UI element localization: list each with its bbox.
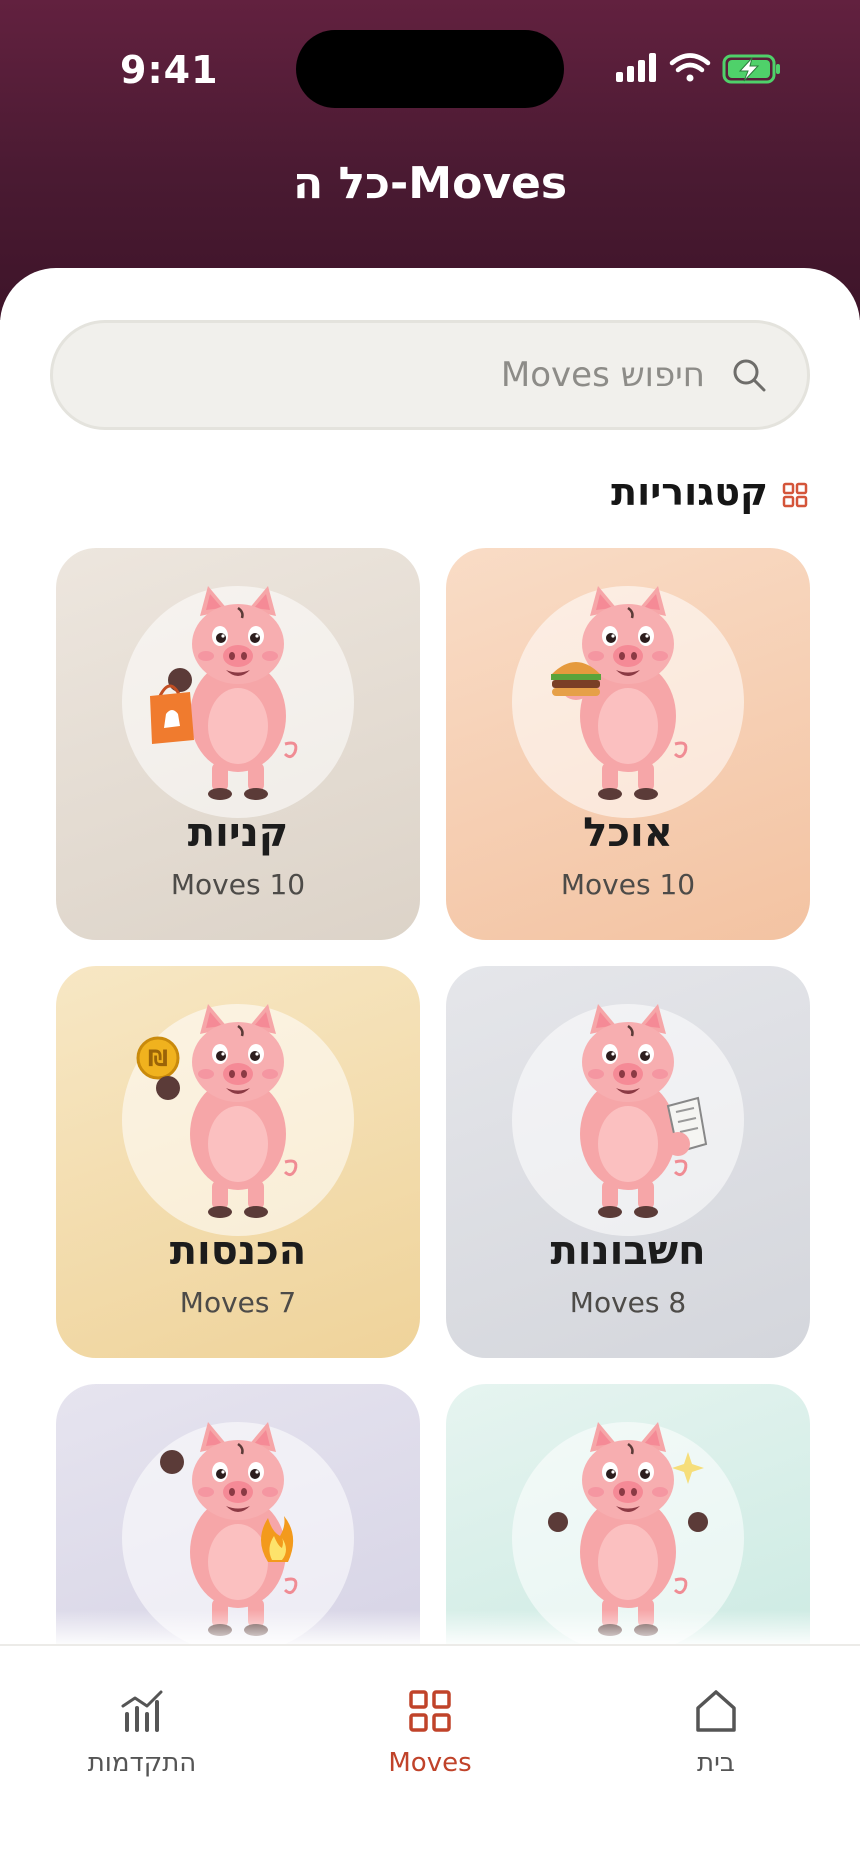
category-title: אוכל <box>583 810 673 856</box>
search-placeholder: חיפוש Moves <box>500 355 705 395</box>
wifi-icon <box>669 53 711 82</box>
grid-icon <box>782 482 808 508</box>
grid-icon <box>409 1690 451 1732</box>
status-time: 9:41 <box>120 48 219 92</box>
category-card-food[interactable]: אוכל Moves 10 <box>446 548 810 940</box>
category-card-bills[interactable]: חשבונות Moves 8 <box>446 966 810 1358</box>
home-icon <box>696 1690 736 1732</box>
tab-moves-label: Moves <box>388 1748 472 1778</box>
pig-flame-icon <box>160 1422 298 1636</box>
tab-progress[interactable]: התקדמות <box>42 1686 242 1796</box>
category-title: חשבונות <box>550 1228 706 1274</box>
scroll-fade <box>0 1610 860 1644</box>
category-title: הכנסות <box>169 1228 307 1274</box>
pig-shopping-bag-icon <box>150 586 298 800</box>
page-title: כל ה-Moves <box>292 158 568 209</box>
search-icon <box>733 359 766 392</box>
category-title: קניות <box>187 810 289 856</box>
category-card-income[interactable]: ₪ הכנסות Moves 7 <box>56 966 420 1358</box>
tab-bar: בית Moves התקדמות <box>0 1644 860 1864</box>
search-input[interactable]: חיפוש Moves <box>50 320 810 430</box>
section-title: קטגוריות <box>611 470 768 514</box>
tab-home-label: בית <box>697 1748 735 1778</box>
pig-sparkle-icon <box>548 1422 708 1636</box>
pig-burger-icon <box>551 586 688 800</box>
svg-text:₪: ₪ <box>148 1047 168 1072</box>
tab-progress-label: התקדמות <box>87 1748 197 1778</box>
category-count: Moves 7 <box>179 1286 297 1319</box>
dynamic-island <box>296 30 564 108</box>
moves-screen: 9:41 כל ה-Moves חיפוש Moves קטגוריות אוכ… <box>0 0 860 1864</box>
category-count: Moves 10 <box>170 868 306 901</box>
status-bar: 9:41 <box>0 0 860 140</box>
status-icons <box>614 50 786 90</box>
pig-coin-icon: ₪ <box>136 1004 298 1218</box>
categories-section-header: קטגוריות <box>408 470 808 522</box>
tab-moves[interactable]: Moves <box>330 1686 530 1796</box>
progress-chart-icon <box>121 1690 163 1732</box>
category-card-shopping[interactable]: קניות Moves 10 <box>56 548 420 940</box>
battery-charging-icon <box>722 54 780 84</box>
signal-icon <box>616 53 656 82</box>
category-count: Moves 10 <box>560 868 696 901</box>
pig-receipt-icon <box>580 1004 708 1218</box>
tab-home[interactable]: בית <box>616 1686 816 1796</box>
category-count: Moves 8 <box>569 1286 687 1319</box>
